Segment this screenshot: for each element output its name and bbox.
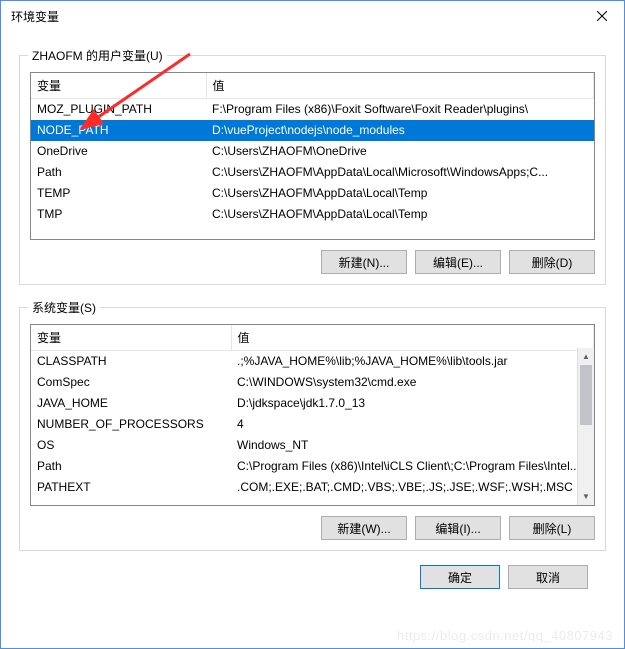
- user-variables-table-wrap: 变量 值 MOZ_PLUGIN_PATHF:\Program Files (x8…: [30, 72, 595, 240]
- var-value-cell: C:\Users\ZHAOFM\AppData\Local\Temp: [206, 183, 594, 204]
- close-icon: [597, 11, 607, 21]
- var-value-cell: 4: [231, 414, 594, 435]
- var-value-cell: Windows_NT: [231, 435, 594, 456]
- table-row[interactable]: PATHEXT.COM;.EXE;.BAT;.CMD;.VBS;.VBE;.JS…: [31, 477, 594, 498]
- scroll-down-icon[interactable]: ▼: [578, 488, 594, 505]
- table-row[interactable]: PathC:\Program Files (x86)\Intel\iCLS Cl…: [31, 456, 594, 477]
- table-row[interactable]: JAVA_HOMED:\jdkspace\jdk1.7.0_13: [31, 393, 594, 414]
- table-row[interactable]: CLASSPATH.;%JAVA_HOME%\lib;%JAVA_HOME%\l…: [31, 351, 594, 372]
- table-row[interactable]: NUMBER_OF_PROCESSORS4: [31, 414, 594, 435]
- var-name-cell: TEMP: [31, 183, 206, 204]
- var-name-cell: MOZ_PLUGIN_PATH: [31, 99, 206, 120]
- sys-col-value[interactable]: 值: [231, 325, 594, 351]
- var-name-cell: OS: [31, 435, 231, 456]
- table-row[interactable]: NODE_PATHD:\vueProject\nodejs\node_modul…: [31, 120, 594, 141]
- scrollbar-thumb[interactable]: [580, 365, 592, 425]
- user-buttons: 新建(N)... 编辑(E)... 删除(D): [30, 250, 595, 274]
- user-col-value[interactable]: 值: [206, 73, 594, 99]
- var-name-cell: NUMBER_OF_PROCESSORS: [31, 414, 231, 435]
- env-variables-dialog: 环境变量 ZHAOFM 的用户变量(U) 变量 值: [0, 0, 625, 649]
- user-group-label: ZHAOFM 的用户变量(U): [28, 47, 167, 64]
- table-row[interactable]: OneDriveC:\Users\ZHAOFM\OneDrive: [31, 141, 594, 162]
- var-value-cell: D:\jdkspace\jdk1.7.0_13: [231, 393, 594, 414]
- sys-scrollbar[interactable]: ▲ ▼: [577, 348, 594, 505]
- sys-col-name[interactable]: 变量: [31, 325, 231, 351]
- var-value-cell: C:\Users\ZHAOFM\OneDrive: [206, 141, 594, 162]
- dialog-footer: 确定 取消: [19, 551, 606, 595]
- window-title: 环境变量: [11, 8, 59, 25]
- user-new-button[interactable]: 新建(N)...: [321, 250, 407, 274]
- user-edit-button[interactable]: 编辑(E)...: [415, 250, 501, 274]
- sys-edit-button[interactable]: 编辑(I)...: [415, 516, 501, 540]
- var-value-cell: F:\Program Files (x86)\Foxit Software\Fo…: [206, 99, 594, 120]
- system-variables-group: 系统变量(S) 变量 值 CLASSPATH.;%JAVA_HOME%\lib;…: [19, 307, 606, 551]
- var-value-cell: C:\Program Files (x86)\Intel\iCLS Client…: [231, 456, 594, 477]
- sys-new-button[interactable]: 新建(W)...: [321, 516, 407, 540]
- var-name-cell: ComSpec: [31, 372, 231, 393]
- table-row[interactable]: TMPC:\Users\ZHAOFM\AppData\Local\Temp: [31, 204, 594, 225]
- var-value-cell: .COM;.EXE;.BAT;.CMD;.VBS;.VBE;.JS;.JSE;.…: [231, 477, 594, 498]
- var-name-cell: TMP: [31, 204, 206, 225]
- scroll-up-icon[interactable]: ▲: [578, 348, 594, 365]
- cancel-button[interactable]: 取消: [508, 565, 588, 589]
- var-value-cell: .;%JAVA_HOME%\lib;%JAVA_HOME%\lib\tools.…: [231, 351, 594, 372]
- close-button[interactable]: [579, 1, 624, 31]
- system-variables-table-wrap: 变量 值 CLASSPATH.;%JAVA_HOME%\lib;%JAVA_HO…: [30, 324, 595, 506]
- sys-delete-button[interactable]: 删除(L): [509, 516, 595, 540]
- user-col-name[interactable]: 变量: [31, 73, 206, 99]
- var-value-cell: C:\Users\ZHAOFM\AppData\Local\Temp: [206, 204, 594, 225]
- var-name-cell: PATHEXT: [31, 477, 231, 498]
- var-name-cell: Path: [31, 162, 206, 183]
- var-value-cell: D:\vueProject\nodejs\node_modules: [206, 120, 594, 141]
- table-row[interactable]: OSWindows_NT: [31, 435, 594, 456]
- table-row[interactable]: PathC:\Users\ZHAOFM\AppData\Local\Micros…: [31, 162, 594, 183]
- user-delete-button[interactable]: 删除(D): [509, 250, 595, 274]
- system-variables-table[interactable]: 变量 值 CLASSPATH.;%JAVA_HOME%\lib;%JAVA_HO…: [31, 325, 594, 498]
- ok-button[interactable]: 确定: [420, 565, 500, 589]
- user-variables-group: ZHAOFM 的用户变量(U) 变量 值 MOZ_PLUGIN_PATHF:\P…: [19, 55, 606, 285]
- var-name-cell: CLASSPATH: [31, 351, 231, 372]
- var-name-cell: Path: [31, 456, 231, 477]
- var-name-cell: JAVA_HOME: [31, 393, 231, 414]
- var-value-cell: C:\WINDOWS\system32\cmd.exe: [231, 372, 594, 393]
- sys-group-label: 系统变量(S): [28, 299, 100, 316]
- var-name-cell: OneDrive: [31, 141, 206, 162]
- titlebar: 环境变量: [1, 1, 624, 31]
- dialog-content: ZHAOFM 的用户变量(U) 变量 值 MOZ_PLUGIN_PATHF:\P…: [1, 31, 624, 648]
- var-name-cell: NODE_PATH: [31, 120, 206, 141]
- var-value-cell: C:\Users\ZHAOFM\AppData\Local\Microsoft\…: [206, 162, 594, 183]
- table-row[interactable]: ComSpecC:\WINDOWS\system32\cmd.exe: [31, 372, 594, 393]
- sys-buttons: 新建(W)... 编辑(I)... 删除(L): [30, 516, 595, 540]
- table-row[interactable]: TEMPC:\Users\ZHAOFM\AppData\Local\Temp: [31, 183, 594, 204]
- table-row[interactable]: MOZ_PLUGIN_PATHF:\Program Files (x86)\Fo…: [31, 99, 594, 120]
- user-variables-table[interactable]: 变量 值 MOZ_PLUGIN_PATHF:\Program Files (x8…: [31, 73, 594, 225]
